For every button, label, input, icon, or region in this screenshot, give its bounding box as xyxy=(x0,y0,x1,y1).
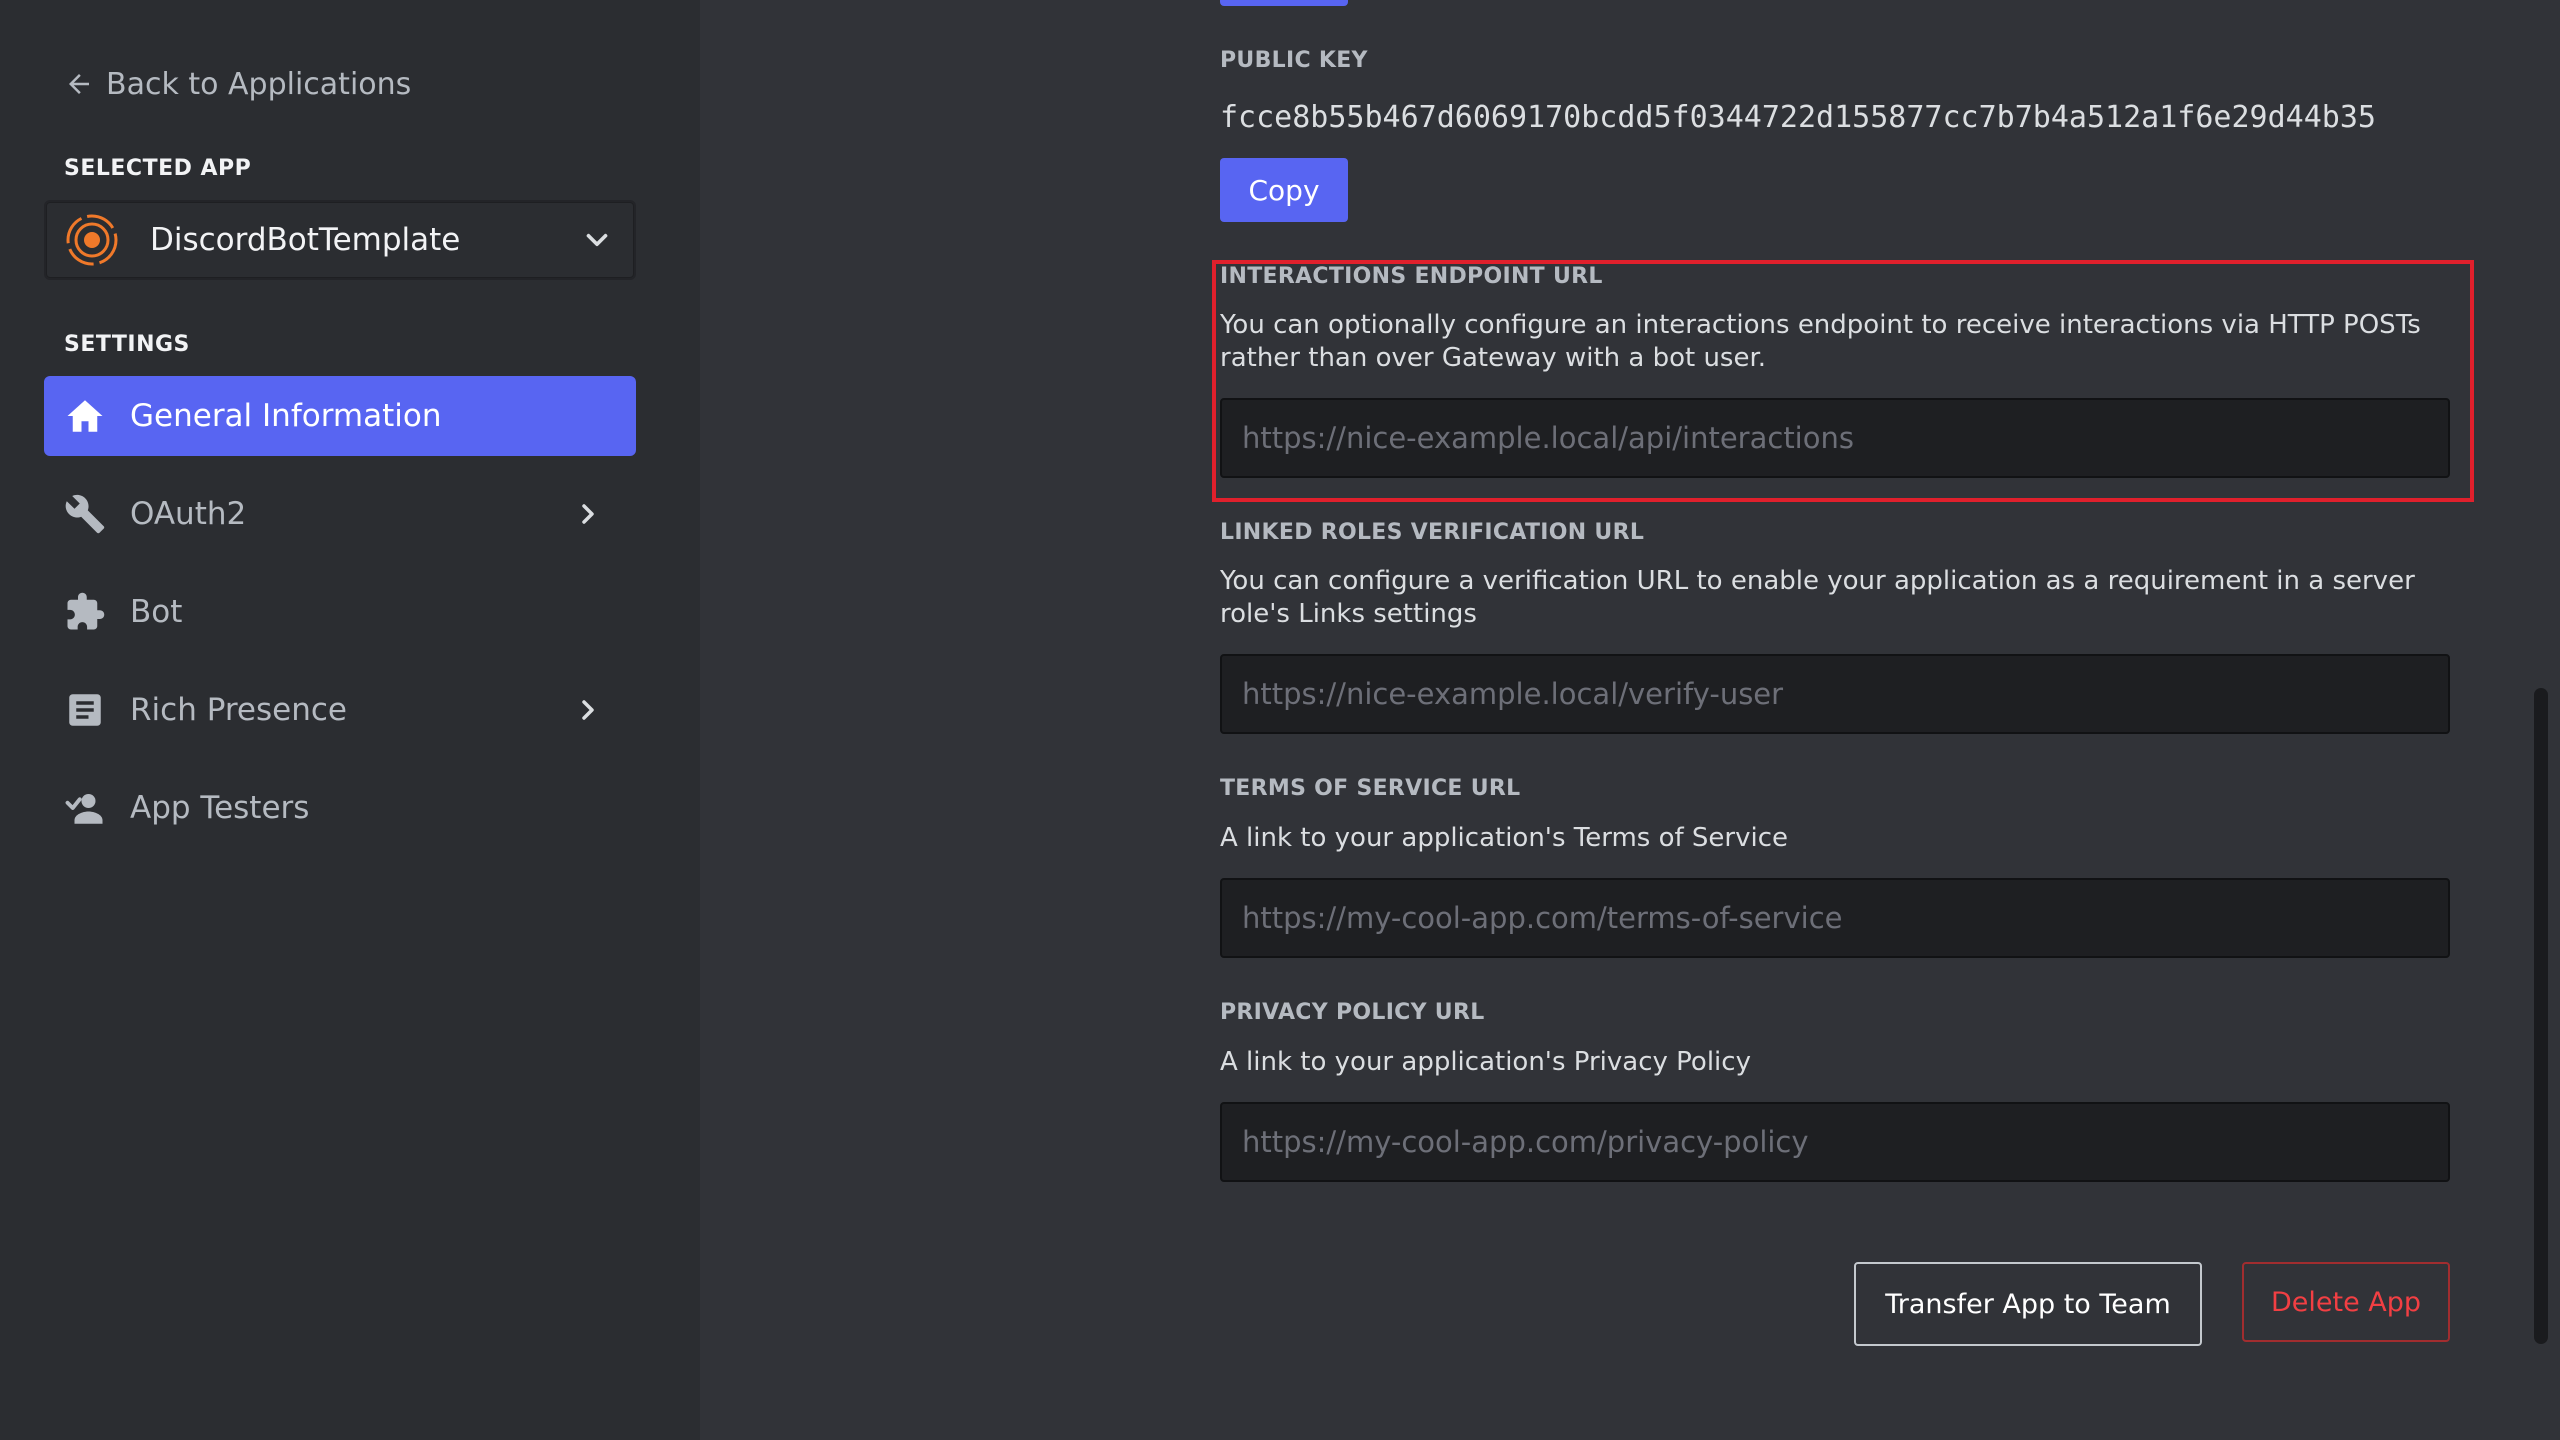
scrollbar-thumb[interactable] xyxy=(2534,688,2548,1344)
settings-title: SETTINGS xyxy=(64,332,190,357)
interactions-endpoint-description: You can optionally configure an interact… xyxy=(1220,310,2421,373)
sidebar-item-label: Bot xyxy=(130,594,183,630)
sidebar-item-app-testers[interactable]: App Testers xyxy=(44,768,636,848)
settings-nav: General Information OAuth2 Bot Rich Pres… xyxy=(44,376,636,866)
sidebar-item-label: General Information xyxy=(130,398,442,434)
privacy-policy-input[interactable] xyxy=(1220,1102,2450,1182)
back-to-applications-link[interactable]: Back to Applications xyxy=(64,64,411,104)
app-selector-dropdown[interactable]: DiscordBotTemplate xyxy=(44,200,636,280)
main-content: PUBLIC KEY fcce8b55b467d6069170bcdd5f034… xyxy=(700,0,2560,1440)
document-icon xyxy=(69,694,101,726)
chevron-down-icon xyxy=(586,233,608,247)
sidebar-item-general-information[interactable]: General Information xyxy=(44,376,636,456)
sidebar-item-bot[interactable]: Bot xyxy=(44,572,636,652)
sidebar-item-label: Rich Presence xyxy=(130,692,347,728)
chevron-right-icon xyxy=(582,504,594,524)
copy-public-key-button[interactable]: Copy xyxy=(1220,158,1348,222)
arrow-left-icon xyxy=(69,74,89,94)
sidebar-item-rich-presence[interactable]: Rich Presence xyxy=(44,670,636,750)
transfer-app-to-team-button[interactable]: Transfer App to Team xyxy=(1854,1262,2202,1346)
linked-roles-title: LINKED ROLES VERIFICATION URL xyxy=(1220,520,1645,545)
linked-roles-description: You can configure a verification URL to … xyxy=(1220,566,2415,629)
selected-app-name: DiscordBotTemplate xyxy=(150,222,461,258)
selected-app-title: SELECTED APP xyxy=(64,156,252,181)
sidebar: Back to Applications SELECTED APP Discor… xyxy=(0,0,700,1440)
privacy-policy-title: PRIVACY POLICY URL xyxy=(1220,1000,1485,1025)
interactions-endpoint-input[interactable] xyxy=(1220,398,2450,478)
delete-app-button[interactable]: Delete App xyxy=(2242,1262,2450,1342)
chevron-right-icon xyxy=(582,700,594,720)
terms-of-service-input[interactable] xyxy=(1220,878,2450,958)
puzzle-icon xyxy=(67,592,105,630)
wrench-icon xyxy=(65,494,105,534)
public-key-title: PUBLIC KEY xyxy=(1220,48,1368,73)
privacy-policy-description: A link to your application's Privacy Pol… xyxy=(1220,1047,1751,1077)
terms-of-service-title: TERMS OF SERVICE URL xyxy=(1220,776,1521,801)
back-link-label: Back to Applications xyxy=(106,66,412,102)
interactions-endpoint-title: INTERACTIONS ENDPOINT URL xyxy=(1220,264,1603,289)
person-icon xyxy=(65,794,103,824)
public-key-value: fcce8b55b467d6069170bcdd5f0344722d155877… xyxy=(1220,100,2376,135)
linked-roles-input[interactable] xyxy=(1220,654,2450,734)
terms-of-service-description: A link to your application's Terms of Se… xyxy=(1220,823,1789,853)
app-avatar-icon xyxy=(66,214,118,266)
home-icon xyxy=(67,400,103,432)
sidebar-item-oauth2[interactable]: OAuth2 xyxy=(44,474,636,554)
sidebar-item-label: OAuth2 xyxy=(130,496,247,532)
scrolled-button-edge xyxy=(1220,0,1348,6)
sidebar-item-label: App Testers xyxy=(130,790,310,826)
